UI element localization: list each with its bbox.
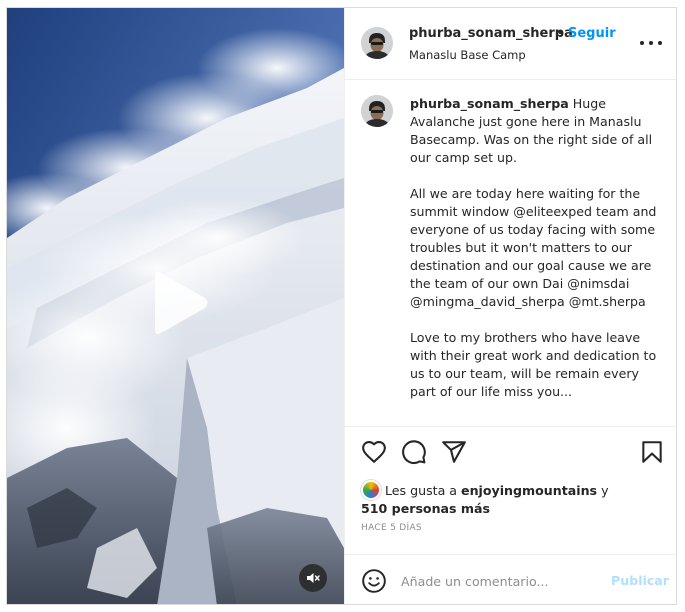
caption-paragraph-2: All we are today here waiting for the su… bbox=[410, 186, 657, 309]
caption-area: phurba_sonam_sherpa Huge Avalanche just … bbox=[345, 81, 676, 426]
likes-summary: Les gusta a enjoyingmountains y 510 pers… bbox=[361, 480, 661, 518]
likes-connector: y bbox=[601, 483, 609, 498]
heart-icon bbox=[362, 441, 386, 463]
mute-button[interactable] bbox=[299, 564, 327, 592]
likes-prefix: Les gusta a bbox=[385, 483, 458, 498]
speaker-muted-icon bbox=[307, 573, 320, 583]
post-caption: phurba_sonam_sherpa Huge Avalanche just … bbox=[410, 95, 660, 419]
author-avatar[interactable] bbox=[361, 27, 393, 59]
play-icon bbox=[155, 272, 208, 334]
likes-others[interactable]: 510 personas más bbox=[361, 501, 490, 516]
post-video[interactable] bbox=[7, 8, 344, 604]
emoji-button[interactable] bbox=[361, 568, 387, 594]
caption-paragraph-3: Love to my brothers who have leave with … bbox=[410, 330, 657, 399]
add-comment-bar: Publicar bbox=[345, 554, 676, 604]
post-timestamp[interactable]: HACE 5 DÍAS bbox=[361, 523, 422, 533]
post-sidebar: phurba_sonam_sherpa • Seguir Manaslu Bas… bbox=[344, 8, 676, 604]
share-button[interactable] bbox=[441, 439, 467, 465]
caption-username[interactable]: phurba_sonam_sherpa bbox=[410, 96, 569, 111]
post-location[interactable]: Manaslu Base Camp bbox=[409, 48, 526, 62]
action-bar bbox=[345, 426, 676, 476]
comment-bubble-icon bbox=[402, 440, 426, 465]
caption-author-avatar[interactable] bbox=[361, 95, 393, 127]
bookmark-icon bbox=[642, 441, 662, 463]
author-username[interactable]: phurba_sonam_sherpa bbox=[409, 26, 573, 41]
post-header: phurba_sonam_sherpa • Seguir Manaslu Bas… bbox=[345, 8, 676, 80]
publish-button[interactable]: Publicar bbox=[611, 573, 669, 588]
liker-avatar[interactable] bbox=[361, 480, 381, 500]
play-button[interactable] bbox=[145, 270, 211, 336]
like-button[interactable] bbox=[361, 439, 387, 465]
post-dialog: phurba_sonam_sherpa • Seguir Manaslu Bas… bbox=[6, 7, 677, 605]
paper-plane-icon bbox=[442, 441, 466, 463]
comment-button[interactable] bbox=[401, 439, 427, 465]
separator-dot: • bbox=[556, 25, 565, 41]
more-options-icon[interactable] bbox=[640, 36, 662, 50]
liker-username[interactable]: enjoyingmountains bbox=[461, 483, 597, 498]
follow-button[interactable]: Seguir bbox=[568, 26, 616, 41]
smiley-icon bbox=[362, 569, 386, 593]
avatar-photo bbox=[361, 95, 393, 127]
save-button[interactable] bbox=[639, 439, 665, 465]
avatar-photo bbox=[361, 27, 393, 59]
comment-input[interactable] bbox=[401, 569, 601, 593]
